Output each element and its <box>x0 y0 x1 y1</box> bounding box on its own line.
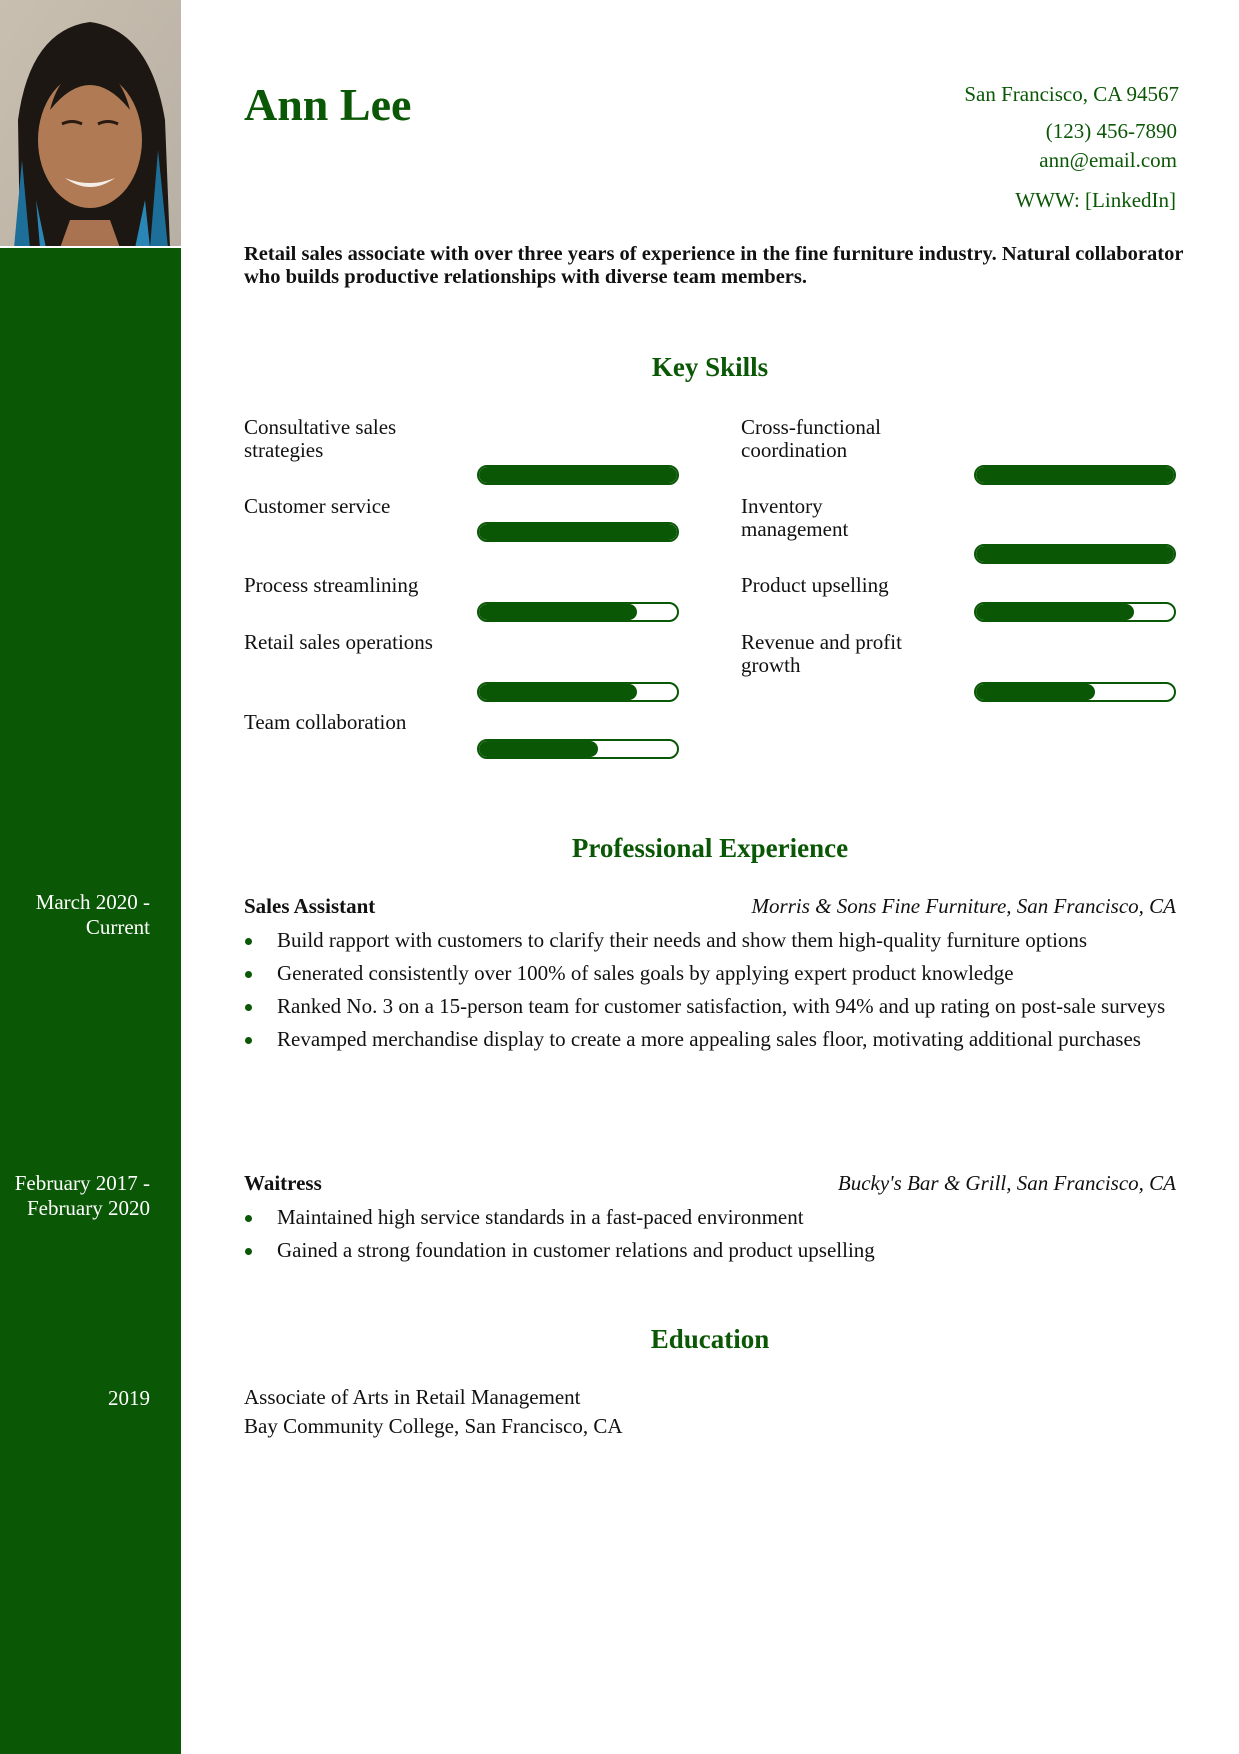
skill-label: Product upselling <box>741 573 889 597</box>
professional-summary: Retail sales associate with over three y… <box>244 243 1184 288</box>
skill-level-bar <box>974 602 1176 622</box>
skill-level-fill <box>976 684 1095 700</box>
job-bullet: Maintained high service standards in a f… <box>244 1206 1179 1229</box>
skill-label: Revenue and profit growth <box>741 630 902 677</box>
skill-level-bar <box>477 739 679 759</box>
section-title-skills: Key Skills <box>651 352 769 382</box>
section-title-education: Education <box>650 1324 770 1354</box>
skill-level-bar <box>477 602 679 622</box>
skill-level-bar <box>477 522 679 542</box>
job-bullet: Generated consistently over 100% of sale… <box>244 962 1179 985</box>
bullet-icon <box>245 938 252 945</box>
profile-photo <box>0 0 181 248</box>
skill-level-fill <box>479 741 598 757</box>
skill-level-fill <box>479 684 638 700</box>
education-dates: 2019 <box>108 1386 150 1410</box>
job-bullet: Build rapport with customers to clarify … <box>244 929 1179 952</box>
skill-label: Cross-functional coordination <box>741 415 881 462</box>
sidebar <box>0 0 181 1754</box>
skill-label: Consultative sales strategies <box>244 415 397 462</box>
bullet-text: Revamped merchandise display to create a… <box>277 1027 1141 1051</box>
contact-email[interactable]: ann@email.com <box>1039 148 1177 173</box>
contact-address: San Francisco, CA 94567 <box>964 82 1179 106</box>
job-dates: March 2020 - Current <box>35 890 150 939</box>
bullet-text: Gained a strong foundation in customer r… <box>277 1238 875 1262</box>
skill-level-bar <box>974 682 1176 702</box>
skill-label: Customer service <box>244 494 391 518</box>
section-title-experience: Professional Experience <box>571 833 849 863</box>
bullet-text: Generated consistently over 100% of sale… <box>277 961 1014 985</box>
skill-level-fill <box>479 524 677 540</box>
job-title: Sales Assistant <box>244 894 376 918</box>
skill-level-bar <box>477 682 679 702</box>
skill-level-fill <box>479 467 677 483</box>
education-degree: Associate of Arts in Retail Management <box>244 1385 581 1409</box>
contact-website[interactable]: WWW: [LinkedIn] <box>1015 188 1176 213</box>
bullet-text: Build rapport with customers to clarify … <box>277 928 1088 952</box>
skill-label: Process streamlining <box>244 573 419 597</box>
skill-level-fill <box>976 546 1174 562</box>
skill-level-fill <box>976 467 1174 483</box>
bullet-icon <box>245 1037 252 1044</box>
job-dates: February 2017 - February 2020 <box>14 1171 150 1220</box>
bullet-text: Maintained high service standards in a f… <box>277 1205 804 1229</box>
job-bullet: Revamped merchandise display to create a… <box>244 1028 1179 1051</box>
bullet-icon <box>245 1215 252 1222</box>
job-bullets: Build rapport with customers to clarify … <box>244 929 1179 1061</box>
bullet-icon <box>245 1248 252 1255</box>
skill-label: Inventory management <box>741 494 849 541</box>
contact-phone: (123) 456-7890 <box>1045 119 1177 143</box>
job-company: Bucky's Bar & Grill, San Francisco, CA <box>837 1171 1176 1195</box>
skill-level-bar <box>974 465 1176 485</box>
bullet-icon <box>245 1004 252 1011</box>
skill-level-fill <box>976 604 1135 620</box>
job-bullet: Gained a strong foundation in customer r… <box>244 1239 1179 1262</box>
bullet-text: Ranked No. 3 on a 15-person team for cus… <box>277 994 1166 1018</box>
skill-label: Team collaboration <box>244 710 407 734</box>
skill-level-fill <box>479 604 638 620</box>
education-school: Bay Community College, San Francisco, CA <box>244 1414 623 1438</box>
skill-level-bar <box>477 465 679 485</box>
job-bullet: Ranked No. 3 on a 15-person team for cus… <box>244 995 1179 1018</box>
skill-label: Retail sales operations <box>244 630 433 654</box>
bullet-icon <box>245 971 252 978</box>
job-title: Waitress <box>244 1171 322 1195</box>
skill-level-bar <box>974 544 1176 564</box>
job-bullets: Maintained high service standards in a f… <box>244 1206 1179 1272</box>
candidate-name: Ann Lee <box>244 79 412 130</box>
job-company: Morris & Sons Fine Furniture, San Franci… <box>751 894 1176 918</box>
